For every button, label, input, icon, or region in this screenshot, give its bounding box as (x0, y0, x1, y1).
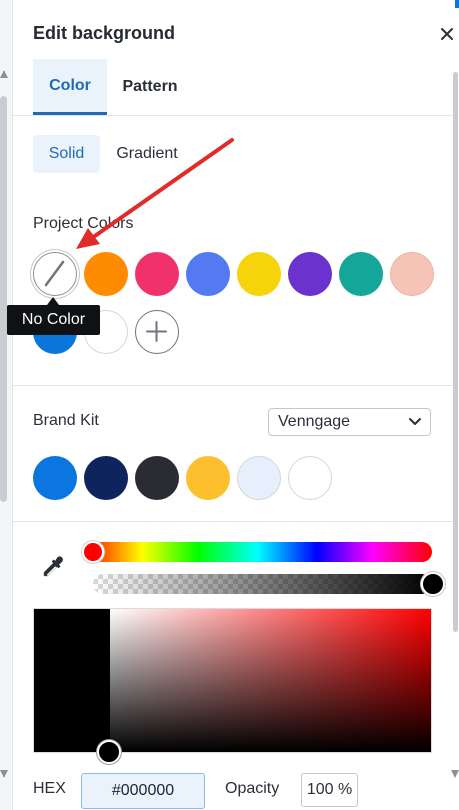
no-color-swatch[interactable] (33, 252, 77, 296)
tooltip-caret (47, 297, 59, 305)
edit-background-panel: Edit background Color Pattern Solid Grad… (7, 0, 457, 810)
brand-color-swatch[interactable] (84, 456, 128, 500)
panel-title: Edit background (33, 23, 176, 43)
plus-icon (146, 321, 167, 342)
brand-color-swatch[interactable] (288, 456, 332, 500)
opacity-label: Opacity (225, 780, 280, 797)
scroll-up-arrow[interactable] (0, 70, 8, 78)
tab-pattern[interactable]: Pattern (109, 59, 191, 115)
hex-input[interactable]: #000000 (81, 773, 205, 809)
opacity-slider-handle[interactable] (421, 572, 445, 596)
tab-color[interactable]: Color (33, 59, 107, 115)
solid-button[interactable]: Solid (33, 135, 100, 173)
project-color-swatch-yellow[interactable] (237, 252, 281, 296)
sv-field-black-region (34, 609, 110, 752)
brand-kit-label: Brand Kit (33, 412, 99, 429)
chevron-down-icon (409, 418, 421, 425)
no-color-slash-icon (44, 260, 65, 287)
gradient-button[interactable]: Gradient (105, 135, 189, 173)
hex-label: HEX (33, 780, 66, 797)
project-color-swatch-purple[interactable] (288, 252, 332, 296)
sv-field-handle[interactable] (97, 740, 121, 764)
section-divider (13, 385, 456, 386)
project-color-swatch-pink[interactable] (135, 252, 179, 296)
hue-slider-handle[interactable] (82, 541, 104, 563)
close-icon[interactable] (437, 24, 457, 44)
opacity-input[interactable]: 100 % (301, 773, 358, 807)
eyedropper-icon[interactable] (39, 553, 67, 581)
right-scrollbar-thumb[interactable] (453, 72, 458, 632)
project-color-swatch-teal[interactable] (339, 252, 383, 296)
tabs-divider (13, 115, 456, 116)
project-color-swatch-peach[interactable] (390, 252, 434, 296)
sv-field-gradient (110, 609, 431, 752)
brand-color-swatch[interactable] (237, 456, 281, 500)
right-scroll-down-arrow[interactable] (451, 770, 459, 778)
brand-kit-selected-value: Venngage (278, 413, 351, 430)
project-colors-label: Project Colors (33, 215, 134, 232)
section-divider (13, 521, 456, 522)
brand-color-swatch[interactable] (33, 456, 77, 500)
brand-color-swatch[interactable] (135, 456, 179, 500)
left-scrollbar-thumb[interactable] (0, 96, 7, 502)
project-color-swatch-blue[interactable] (186, 252, 230, 296)
hue-slider[interactable] (83, 542, 432, 562)
add-color-button[interactable] (135, 310, 179, 354)
scroll-down-arrow[interactable] (0, 770, 8, 778)
saturation-value-field[interactable] (33, 608, 432, 753)
no-color-tooltip: No Color (7, 305, 100, 335)
project-color-swatch-orange[interactable] (84, 252, 128, 296)
opacity-slider[interactable] (93, 574, 432, 594)
brand-color-swatch[interactable] (186, 456, 230, 500)
brand-kit-select[interactable]: Venngage (268, 408, 431, 436)
